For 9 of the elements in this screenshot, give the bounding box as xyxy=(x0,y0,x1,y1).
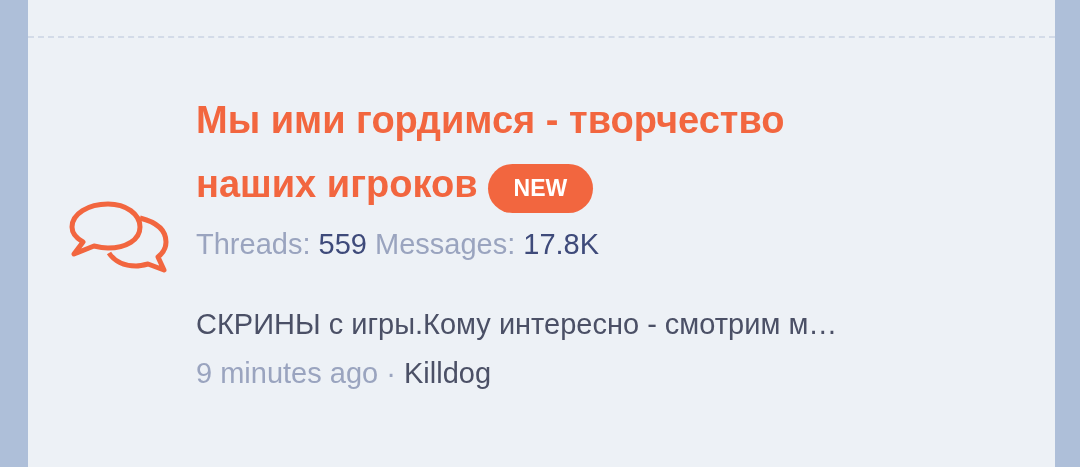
new-badge: NEW xyxy=(487,164,594,214)
stat-value: 559 xyxy=(318,228,367,261)
stat-value: 17.8K xyxy=(523,228,600,261)
stat-label: Threads: xyxy=(196,228,311,261)
author-link[interactable]: Killdog xyxy=(403,357,492,390)
stat-label: Messages: xyxy=(374,228,516,261)
post-time: 9 minutes ago xyxy=(196,357,379,390)
separator-dot: · xyxy=(386,357,396,390)
last-post-title[interactable]: СКРИНЫ с игры.Кому интересно - смотрим м… xyxy=(196,302,838,347)
